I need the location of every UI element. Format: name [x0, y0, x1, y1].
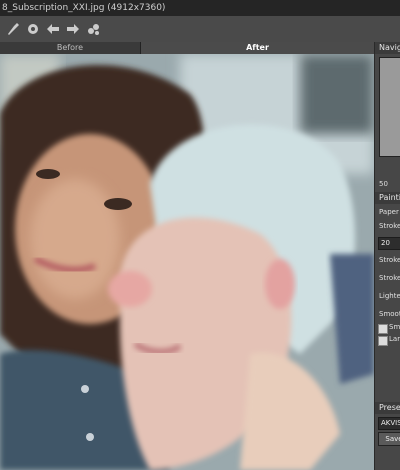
- zoom-value[interactable]: 50: [379, 179, 400, 189]
- stroke-density-label: Stroke D: [379, 274, 400, 282]
- large-checkbox[interactable]: [378, 336, 388, 346]
- stroke-thickness-label: Stroke T: [379, 222, 400, 230]
- small-checkbox[interactable]: [378, 324, 388, 334]
- brush-icon[interactable]: [4, 20, 22, 38]
- redo-icon[interactable]: [64, 20, 82, 38]
- painting-header: Painting: [375, 192, 400, 204]
- image-canvas[interactable]: [0, 54, 374, 470]
- title-bar: 8_Subscription_XXI.jpg (4912x7360): [0, 0, 400, 16]
- lightening-label: Lightenin: [379, 292, 400, 300]
- toolbar: [0, 16, 400, 43]
- save-preset-button[interactable]: Save: [378, 432, 400, 446]
- smoothness-label: Smoothne: [379, 310, 400, 318]
- tab-before[interactable]: Before: [0, 42, 141, 54]
- presets-header: Presets: [375, 402, 400, 414]
- effects-icon[interactable]: [84, 20, 102, 38]
- preset-select[interactable]: AKVIS S: [378, 417, 400, 430]
- navigator-header: Navigat: [375, 42, 400, 54]
- stroke-intensity-label: Stroke In: [379, 256, 400, 264]
- stroke-thickness-input[interactable]: 20: [378, 237, 400, 250]
- navigator-thumbnail[interactable]: [379, 57, 400, 157]
- settings-panel: Navigat 50 Painting Paper Co Stroke T 20…: [374, 42, 400, 470]
- small-label: Small: [389, 323, 400, 331]
- large-label: Large: [389, 335, 400, 343]
- painted-image: [0, 54, 374, 470]
- undo-icon[interactable]: [44, 20, 62, 38]
- window-title: 8_Subscription_XXI.jpg (4912x7360): [2, 3, 166, 13]
- settings-icon[interactable]: [24, 20, 42, 38]
- tab-after[interactable]: After: [141, 42, 374, 54]
- view-tabs: Before After: [0, 42, 374, 54]
- paper-color-label: Paper Co: [379, 208, 400, 216]
